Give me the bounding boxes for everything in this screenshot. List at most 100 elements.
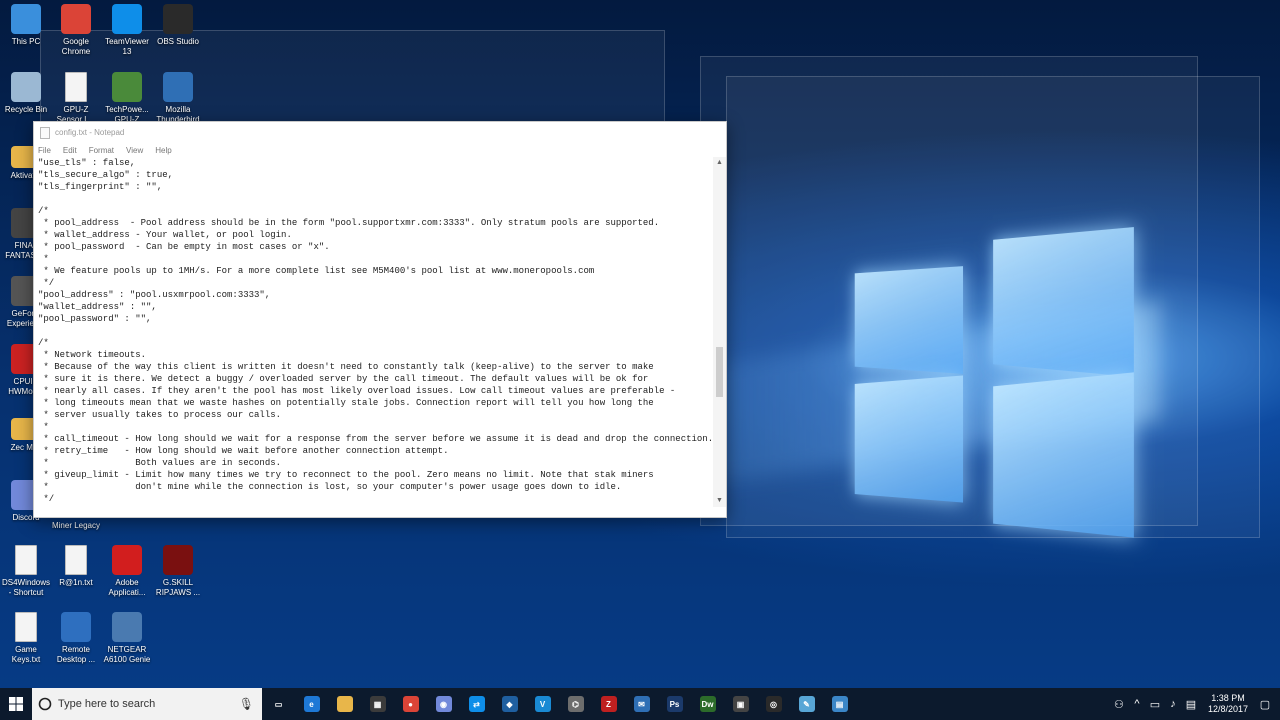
task-view-icon: ▭ — [271, 696, 287, 712]
filezilla-icon: Z — [601, 696, 617, 712]
network-tool-icon: ⌬ — [568, 696, 584, 712]
notepad-window[interactable]: config.txt - Notepad File Edit Format Vi… — [33, 121, 727, 518]
desktop-icon-label: NETGEAR A6100 Genie — [101, 645, 153, 665]
desktop-icon[interactable]: Recycle Bin — [0, 72, 52, 115]
text-line: /* — [38, 337, 714, 349]
taskbar-app-button[interactable]: ⇄ — [460, 688, 493, 720]
obs-icon — [163, 4, 193, 34]
gpuz-icon — [112, 72, 142, 102]
vertical-scrollbar[interactable]: ▲ ▼ — [713, 157, 726, 507]
menu-edit[interactable]: Edit — [63, 146, 77, 155]
chevron-up-icon[interactable]: ^ — [1128, 698, 1146, 710]
menu-view[interactable]: View — [126, 146, 143, 155]
desktop-icon-label: OBS Studio — [152, 37, 204, 47]
text-line: * server usually takes to process our ca… — [38, 409, 714, 421]
thunderbird-icon: ✉ — [634, 696, 650, 712]
gskill-icon — [163, 545, 193, 575]
taskbar-app-button[interactable]: ▦ — [361, 688, 394, 720]
text-line: * giveup_limit - Limit how many times we… — [38, 469, 714, 481]
taskbar-app-button[interactable]: ▭ — [262, 688, 295, 720]
text-editor-area[interactable]: "use_tls" : false, "tls_secure_algo" : tr… — [38, 157, 714, 513]
desktop-icon[interactable]: Remote Desktop ... — [50, 612, 102, 665]
taskbar-app-button[interactable]: e — [295, 688, 328, 720]
text-line — [38, 325, 714, 337]
taskbar-app-button[interactable]: Dw — [691, 688, 724, 720]
obs-icon: ◎ — [766, 696, 782, 712]
menu-format[interactable]: Format — [89, 146, 114, 155]
text-line: * Both values are in seconds. — [38, 457, 714, 469]
taskbar-app-button[interactable] — [328, 688, 361, 720]
taskbar-app-button[interactable]: ✎ — [790, 688, 823, 720]
taskbar-app-button[interactable]: ◆ — [493, 688, 526, 720]
netgear-icon — [112, 612, 142, 642]
menu-file[interactable]: File — [38, 146, 51, 155]
desktop-icon[interactable]: OBS Studio — [152, 4, 204, 47]
desktop-icon[interactable]: This PC — [0, 4, 52, 47]
desktop-icon[interactable]: Mozilla Thunderbird — [152, 72, 204, 125]
menu-help[interactable]: Help — [155, 146, 171, 155]
network-icon[interactable]: ▭ — [1146, 698, 1164, 711]
search-box[interactable]: Type here to search 🎙︎ — [32, 688, 262, 720]
desktop-icon-label: R@1n.txt — [50, 578, 102, 588]
taskbar-app-button[interactable]: ◉ — [427, 688, 460, 720]
discord-icon: ◉ — [436, 696, 452, 712]
dreamweaver-icon: Dw — [700, 696, 716, 712]
desktop-icon[interactable]: R@1n.txt — [50, 545, 102, 588]
edge-icon: e — [304, 696, 320, 712]
teamviewer-icon — [112, 4, 142, 34]
notepad-titlebar[interactable]: config.txt - Notepad — [34, 122, 726, 143]
text-line: * — [38, 421, 714, 433]
scroll-down-icon[interactable]: ▼ — [713, 495, 726, 507]
desktop-icon[interactable]: DS4Windows - Shortcut — [0, 545, 52, 598]
taskbar-app-button[interactable]: ◎ — [757, 688, 790, 720]
scroll-up-icon[interactable]: ▲ — [713, 157, 726, 169]
desktop-icon-label: G.SKILL RIPJAWS ... — [152, 578, 204, 598]
taskbar-app-button[interactable]: Ps — [658, 688, 691, 720]
desktop-icon[interactable]: Google Chrome — [50, 4, 102, 57]
start-button[interactable] — [0, 688, 32, 720]
taskbar-app-button[interactable]: ▣ — [724, 688, 757, 720]
paint-icon: ✎ — [799, 696, 815, 712]
desktop-icon[interactable]: Adobe Applicati... — [101, 545, 153, 598]
file-explorer-icon — [337, 696, 353, 712]
notepad-icon: ▤ — [832, 696, 848, 712]
taskbar-app-button[interactable]: Z — [592, 688, 625, 720]
desktop-icon[interactable]: GPU-Z Sensor L... — [50, 72, 102, 125]
taskbar-app-button[interactable]: ▤ — [823, 688, 856, 720]
text-file-icon — [65, 545, 87, 575]
desktop-icon[interactable]: TechPowe... GPU-Z — [101, 72, 153, 125]
action-center-icon[interactable]: ▢ — [1256, 698, 1274, 711]
text-line: * Network timeouts. — [38, 349, 714, 361]
text-line: /* — [38, 205, 714, 217]
text-line: * don't mine while the connection is los… — [38, 481, 714, 493]
volume-icon[interactable]: ♪ — [1164, 698, 1182, 710]
taskbar-app-button[interactable]: ● — [394, 688, 427, 720]
text-line: * long timeouts mean that we waste hashe… — [38, 397, 714, 409]
thunderbird-icon — [163, 72, 193, 102]
person-icon[interactable]: ⚇ — [1110, 698, 1128, 711]
microphone-icon[interactable]: 🎙︎ — [239, 697, 254, 711]
teamviewer-icon: ⇄ — [469, 696, 485, 712]
scrollbar-thumb[interactable] — [716, 347, 723, 397]
taskbar-app-button[interactable]: ⌬ — [559, 688, 592, 720]
vs-code-icon: V — [535, 696, 551, 712]
desktop-icon[interactable]: G.SKILL RIPJAWS ... — [152, 545, 204, 598]
desktop-icon-label: Google Chrome — [50, 37, 102, 57]
windows-start-icon — [9, 697, 23, 711]
taskbar-app-button[interactable]: ✉ — [625, 688, 658, 720]
text-line: * retry_time - How long should we wait b… — [38, 445, 714, 457]
desktop-icon-label: Recycle Bin — [0, 105, 52, 115]
desktop-icon[interactable]: TeamViewer 13 — [101, 4, 153, 57]
adobe-icon — [112, 545, 142, 575]
desktop-icon[interactable]: Game Keys.txt — [0, 612, 52, 665]
keyboard-icon[interactable]: ▤ — [1182, 698, 1200, 711]
text-line: * sure it is there. We detect a buggy / … — [38, 373, 714, 385]
clock[interactable]: 1:38 PM 12/8/2017 — [1208, 693, 1248, 715]
windows-logo — [838, 222, 1148, 532]
text-line: "pool_address" : "pool.usxmrpool.com:333… — [38, 289, 714, 301]
taskbar-app-button[interactable]: V — [526, 688, 559, 720]
desktop-icon[interactable]: NETGEAR A6100 Genie — [101, 612, 153, 665]
clock-date: 12/8/2017 — [1208, 704, 1248, 715]
window-title: config.txt - Notepad — [55, 128, 124, 137]
text-line — [38, 193, 714, 205]
